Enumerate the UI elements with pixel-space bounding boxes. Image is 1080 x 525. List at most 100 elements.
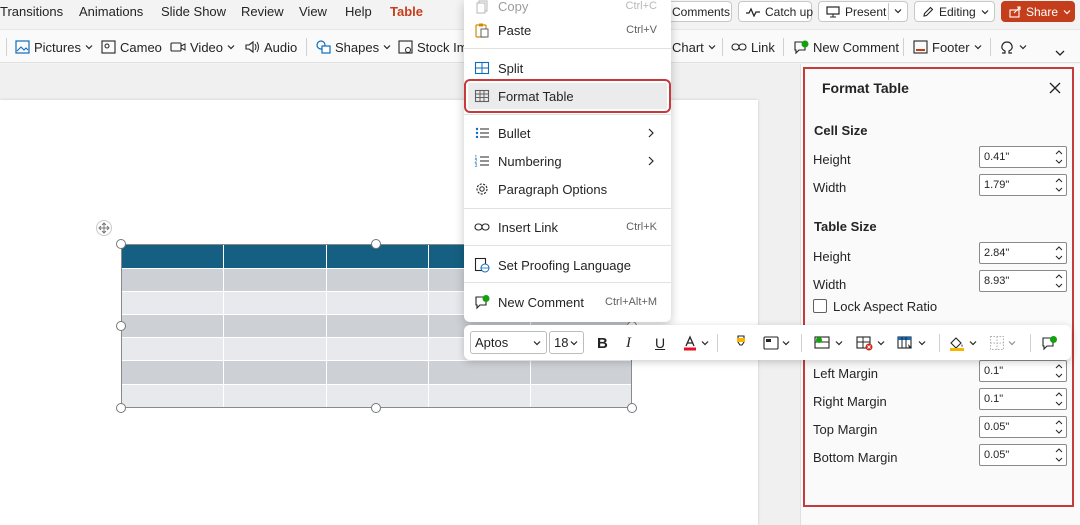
table-cell[interactable] [121,384,224,409]
tab-review[interactable]: Review [241,4,284,19]
resize-handle-top-left[interactable] [116,239,126,249]
menu-item-set-proofing-language[interactable]: Set Proofing Language [468,252,667,278]
underline-button[interactable]: U [655,333,665,353]
borders-button[interactable] [989,333,1016,353]
pictures-button[interactable]: Pictures [15,37,93,57]
catch-up-button[interactable]: Catch up [738,1,813,22]
tab-transitions[interactable]: Transitions [0,4,63,19]
bullet-list-icon [474,125,490,141]
new-comment-label: New Comment [813,39,899,55]
menu-item-paragraph-options[interactable]: Paragraph Options [468,176,667,202]
font-color-button[interactable] [682,333,709,353]
menu-item-label: Paragraph Options [498,182,608,197]
audio-button[interactable]: Audio [244,37,297,57]
table-cell[interactable] [222,360,327,385]
toolbar-divider [722,38,723,56]
menu-divider [464,48,671,49]
table-cell[interactable] [121,337,224,361]
menu-item-new-comment[interactable]: New Comment Ctrl+Alt+M [468,289,667,315]
menu-item-paste[interactable]: Paste Ctrl+V [468,17,667,43]
comments-label: Comments [672,4,731,19]
table-layout-button[interactable] [897,333,926,353]
menu-item-insert-link[interactable]: Insert Link Ctrl+K [468,214,667,240]
chevron-down-icon[interactable] [894,7,902,15]
menu-item-label: Format Table [498,89,574,104]
menu-item-label: Bullet [498,126,531,141]
new-comment-button[interactable] [1041,333,1058,353]
present-button[interactable]: Present [818,1,908,22]
resize-handle-top[interactable] [371,239,381,249]
menu-divider [464,208,671,209]
bold-button[interactable]: B [597,333,608,353]
highlight-button[interactable] [734,333,748,353]
font-color-icon [682,335,698,351]
stock-images-icon [398,40,413,54]
table-cell[interactable] [325,314,430,338]
cameo-button[interactable]: Cameo [101,37,162,57]
italic-button[interactable]: I [626,333,631,353]
toolbar-divider [990,38,991,56]
font-name-dropdown[interactable]: Aptos [470,331,547,354]
tab-view[interactable]: View [299,4,327,19]
delete-table-button[interactable] [856,333,885,353]
expand-ribbon-button[interactable] [1055,43,1065,63]
video-button[interactable]: Video [170,37,235,57]
table-cell[interactable] [428,360,532,385]
table-cell[interactable] [530,384,632,409]
share-button[interactable]: Share [1001,1,1075,22]
resize-handle-bottom[interactable] [371,403,381,413]
link-button[interactable]: Link [731,37,775,57]
table-cell[interactable] [222,337,327,361]
video-label: Video [190,39,224,55]
cameo-label: Cameo [120,39,162,55]
menu-item-split[interactable]: Split [468,55,667,81]
resize-handle-bottom-right[interactable] [627,403,637,413]
editing-mode-button[interactable]: Editing [914,1,995,22]
table-cell[interactable] [325,291,430,315]
move-handle[interactable] [96,220,112,236]
table-cell[interactable] [530,360,632,385]
table-cell[interactable] [222,314,327,338]
comments-button[interactable]: Comments [666,1,732,22]
new-comment-icon [474,294,490,310]
table-cell[interactable] [121,314,224,338]
table-cell[interactable] [325,268,430,292]
tab-help[interactable]: Help [345,4,372,19]
table-cell[interactable] [325,337,430,361]
shapes-button[interactable]: Shapes [316,37,391,57]
stock-images-button[interactable]: Stock Im [398,37,468,57]
tab-slide-show[interactable]: Slide Show [161,4,226,19]
table-cell[interactable] [121,244,224,269]
menu-item-format-table[interactable]: Format Table [464,79,671,113]
stock-images-label: Stock Im [417,39,468,55]
shading-button[interactable] [948,333,977,353]
footer-button[interactable]: Footer [913,37,982,57]
toolbar-divider [801,334,802,352]
table-cell[interactable] [428,384,532,409]
table-cell[interactable] [222,268,327,292]
table-cell[interactable] [222,291,327,315]
table-cell[interactable] [222,384,327,409]
table-style-button[interactable] [763,333,790,353]
copy-icon [474,0,490,14]
font-size-dropdown[interactable]: 18 [549,331,584,354]
new-comment-button[interactable]: New Comment [793,37,899,57]
table-cell[interactable] [325,360,430,385]
table-cell[interactable] [121,360,224,385]
present-icon [826,5,840,18]
toolbar-divider [939,334,940,352]
symbols-button[interactable] [999,37,1027,57]
resize-handle-left[interactable] [116,321,126,331]
table-cell[interactable] [121,291,224,315]
table-cell[interactable] [222,244,327,269]
menu-item-numbering[interactable]: 123 Numbering [468,148,667,174]
resize-handle-bottom-left[interactable] [116,403,126,413]
chevron-right-icon [648,156,654,166]
present-label: Present [845,4,887,19]
table-cell[interactable] [121,268,224,292]
tab-animations[interactable]: Animations [79,4,143,19]
insert-row-button[interactable] [814,333,843,353]
tab-table[interactable]: Table [390,4,423,19]
chart-button[interactable]: Chart [672,37,716,57]
menu-item-bullet[interactable]: Bullet [468,120,667,146]
